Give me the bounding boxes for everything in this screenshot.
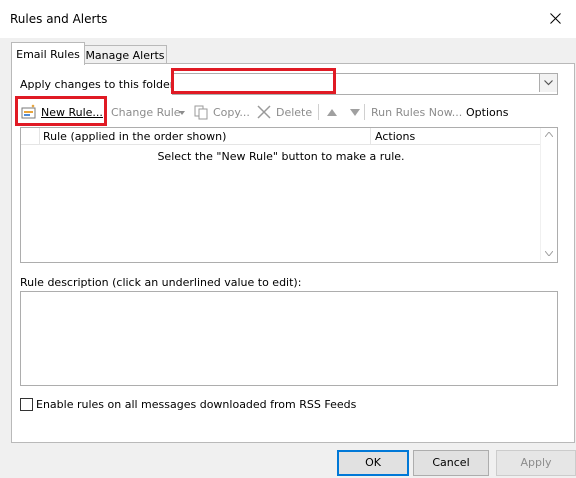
rule-description-box[interactable] [20, 291, 558, 386]
tab-manage-alerts[interactable]: Manage Alerts [83, 45, 167, 65]
close-button[interactable] [536, 0, 576, 38]
options-label: Options [466, 106, 509, 119]
tab-email-rules[interactable]: Email Rules [11, 42, 85, 65]
close-icon [550, 13, 561, 24]
change-rule-label: Change Rule [111, 106, 181, 119]
change-rule-button[interactable]: Change Rule [111, 104, 187, 120]
window-title: Rules and Alerts [10, 12, 108, 26]
dropdown-button[interactable] [539, 74, 557, 92]
rules-list-scrollbar[interactable] [540, 128, 557, 260]
toolbar-separator [318, 104, 319, 120]
actions-column-label: Actions [375, 130, 416, 143]
run-rules-now-button[interactable]: Run Rules Now... [371, 104, 463, 120]
chevron-down-icon [179, 111, 185, 115]
rules-list-header: Rule (applied in the order shown) Action… [21, 128, 541, 145]
folder-label: Apply changes to this folder: [20, 78, 178, 91]
scroll-down-icon[interactable] [545, 251, 553, 256]
tab-manage-alerts-label: Manage Alerts [85, 49, 165, 62]
move-down-button[interactable] [350, 104, 362, 120]
ok-button[interactable]: OK [337, 450, 409, 476]
empty-list-message: Select the "New Rule" button to make a r… [157, 150, 405, 163]
arrow-up-icon [327, 109, 337, 116]
run-rules-now-label: Run Rules Now... [371, 106, 463, 119]
highlight-box-folder [171, 68, 336, 94]
delete-label: Delete [276, 106, 313, 119]
highlight-box-new-rule [15, 96, 107, 126]
rules-and-alerts-dialog: Rules and Alerts Email Rules Manage Aler… [0, 0, 576, 478]
delete-icon [257, 105, 271, 119]
move-up-button[interactable] [327, 104, 339, 120]
scroll-up-icon[interactable] [545, 132, 553, 137]
cancel-button[interactable]: Cancel [413, 450, 489, 476]
copy-label: Copy... [213, 106, 250, 119]
copy-icon [194, 105, 208, 120]
actions-column-header[interactable]: Actions [372, 128, 542, 144]
arrow-down-icon [350, 109, 360, 116]
checkbox-column-header [21, 128, 40, 144]
apply-button[interactable]: Apply [496, 450, 576, 476]
delete-button[interactable]: Delete [257, 104, 313, 120]
copy-button[interactable]: Copy... [193, 104, 250, 120]
title-bar: Rules and Alerts [0, 0, 576, 38]
tab-email-rules-label: Email Rules [16, 48, 80, 61]
rss-rules-label: Enable rules on all messages downloaded … [36, 398, 357, 411]
rule-column-label: Rule (applied in the order shown) [43, 130, 227, 143]
rules-list[interactable]: Rule (applied in the order shown) Action… [20, 127, 558, 263]
chevron-down-icon [544, 80, 553, 86]
options-button[interactable]: Options [466, 104, 510, 120]
rule-column-header[interactable]: Rule (applied in the order shown) [40, 128, 371, 144]
toolbar-separator [364, 104, 365, 120]
checkbox[interactable] [20, 398, 33, 411]
rule-description-label: Rule description (click an underlined va… [20, 276, 302, 289]
